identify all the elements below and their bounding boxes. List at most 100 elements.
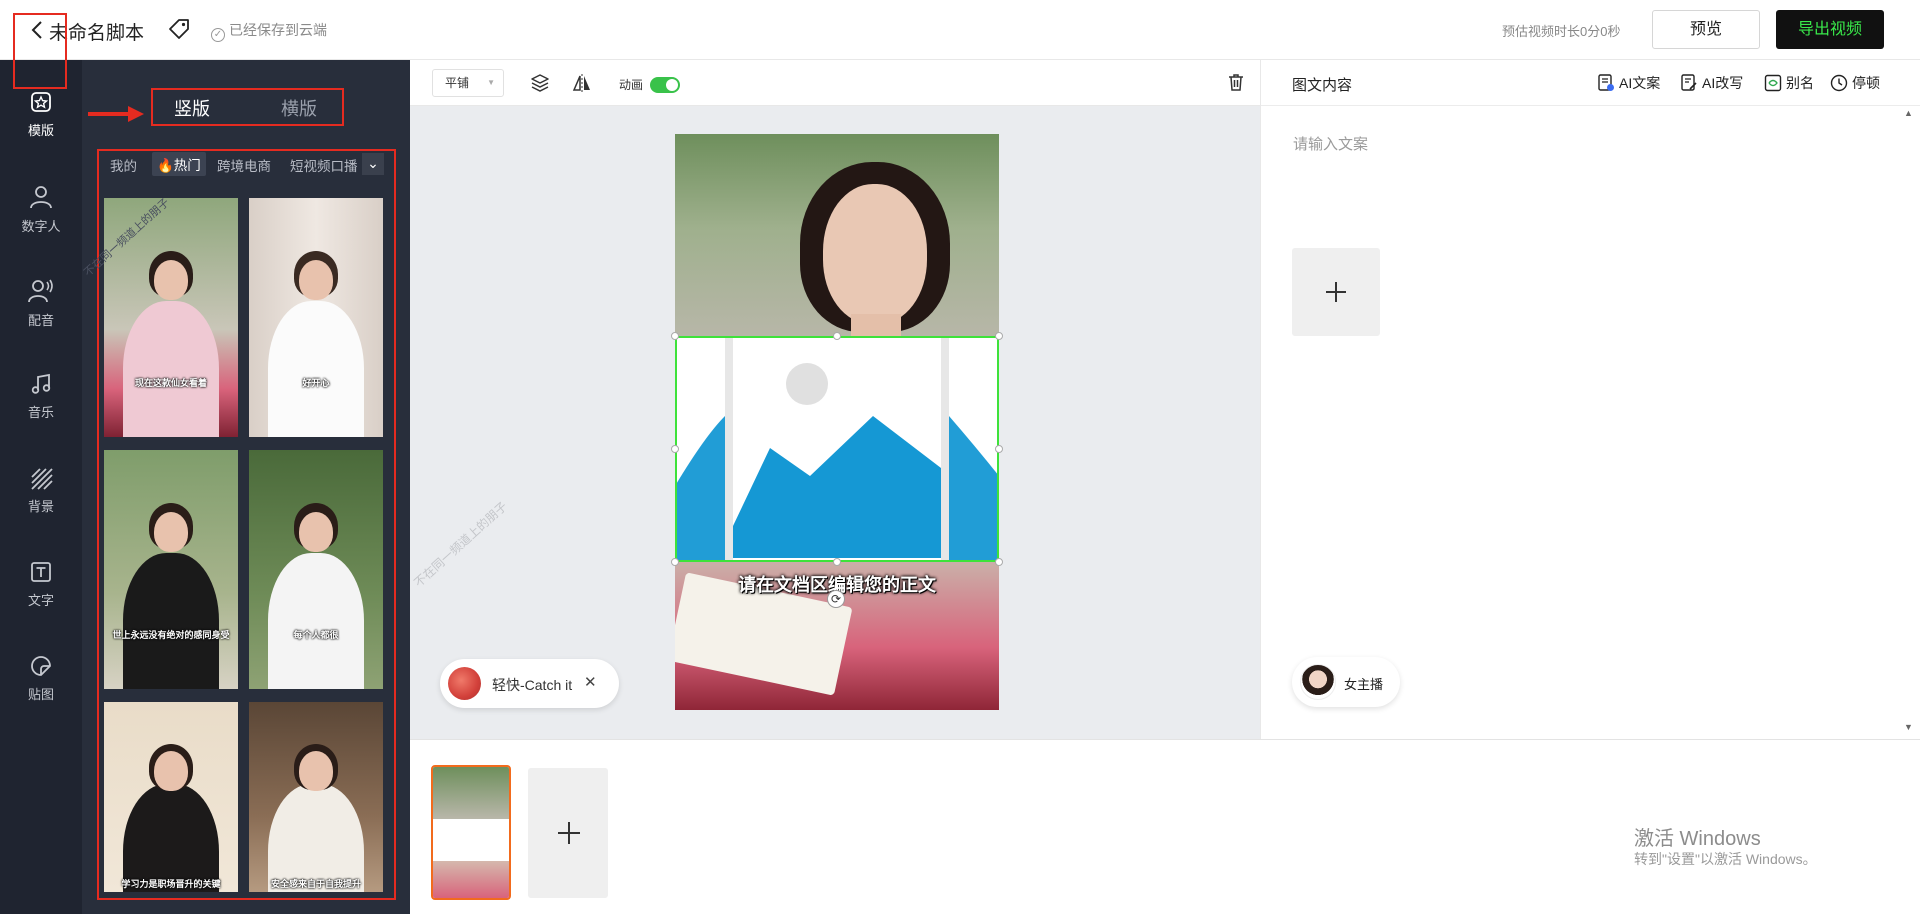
- add-scene-button[interactable]: [528, 768, 608, 898]
- nav-label: 背景: [27, 499, 54, 514]
- alias-button[interactable]: 别名: [1764, 73, 1814, 93]
- nav-item-sticker[interactable]: 贴图: [0, 640, 82, 720]
- scene-thumbnail-part: [433, 767, 509, 820]
- tool-label: 别名: [1786, 75, 1814, 91]
- animation-toggle[interactable]: [650, 77, 680, 93]
- scene-thumbnail-part: [433, 861, 509, 898]
- music-name: 轻快-Catch it: [492, 677, 573, 693]
- tile-mode-value: 平铺: [445, 76, 470, 90]
- estimated-duration: 预估视频时长0分0秒: [1502, 24, 1621, 39]
- nav-label: 模版: [27, 123, 54, 138]
- nav-label: 音乐: [27, 405, 54, 420]
- thumbnail-caption: 每个人都很: [293, 630, 339, 640]
- anchor-selector[interactable]: 女主播: [1292, 657, 1400, 707]
- trash-icon[interactable]: [1226, 72, 1246, 92]
- ai-rewrite-button[interactable]: AI改写: [1680, 73, 1743, 93]
- resize-handle[interactable]: [671, 558, 679, 566]
- thumbnail-caption: 现在这款仙女看着: [134, 378, 207, 388]
- resize-handle[interactable]: [995, 332, 1003, 340]
- nav-label: 贴图: [27, 687, 54, 702]
- thumbnail-figure: [154, 260, 188, 301]
- add-media-button[interactable]: [1292, 248, 1380, 336]
- close-icon[interactable]: ✕: [584, 673, 597, 691]
- thumbnail-caption: 安全感来自于自我提升: [270, 879, 361, 889]
- divider: [1261, 105, 1920, 106]
- save-status-text: 已经保存到云端: [229, 22, 327, 38]
- selection-box[interactable]: [675, 336, 999, 562]
- text-icon: [31, 562, 51, 582]
- scene-thumbnail-part: [433, 819, 509, 862]
- background-music-pill[interactable]: 轻快-Catch it ✕: [440, 659, 619, 708]
- voice-icon: [28, 279, 53, 303]
- template-thumbnail[interactable]: 好开心: [249, 198, 383, 437]
- presenter-face: [823, 184, 927, 324]
- annotation-box-template-nav: [13, 13, 67, 89]
- thumbnail-figure: [268, 552, 364, 689]
- nav-item-background[interactable]: 背景: [0, 452, 82, 532]
- thumbnail-figure: [299, 512, 333, 553]
- windows-activation-title: 激活 Windows: [1634, 828, 1761, 850]
- thumbnail-figure: [123, 552, 219, 689]
- thumbnail-figure: [268, 783, 364, 892]
- annotation-arrow-icon: [88, 106, 144, 122]
- thumbnail-figure: [154, 512, 188, 553]
- scroll-down-icon[interactable]: ▼: [1904, 722, 1913, 732]
- thumbnail-figure: [299, 751, 333, 792]
- tab-horizontal[interactable]: 横版: [281, 95, 317, 121]
- nav-item-music[interactable]: 音乐: [0, 358, 82, 438]
- template-thumbnail[interactable]: 每个人都很: [249, 450, 383, 689]
- thumbnail-caption: 学习力是职场晋升的关键: [121, 879, 221, 889]
- avatar: [1300, 664, 1336, 700]
- nav-item-text[interactable]: 文字: [0, 546, 82, 626]
- resize-handle[interactable]: [671, 332, 679, 340]
- thumbnail-figure: [123, 300, 219, 437]
- windows-activation-subtitle: 转到"设置"以激活 Windows。: [1634, 851, 1817, 867]
- pause-clock-icon: [1830, 74, 1848, 92]
- resize-handle[interactable]: [995, 445, 1003, 453]
- check-circle-icon: ✓: [211, 28, 225, 42]
- ai-copy-icon: [1598, 74, 1614, 91]
- animation-label: 动画: [619, 78, 644, 92]
- tool-label: AI文案: [1619, 75, 1661, 91]
- resize-handle[interactable]: [995, 558, 1003, 566]
- template-thumbnail[interactable]: 安全感来自于自我提升: [249, 702, 383, 892]
- ai-copy-button[interactable]: AI文案: [1597, 73, 1660, 93]
- content-panel: [1260, 60, 1920, 739]
- rotate-icon[interactable]: ⟳: [827, 590, 845, 608]
- anchor-name: 女主播: [1344, 677, 1384, 692]
- export-video-button[interactable]: 导出视频: [1776, 10, 1884, 49]
- nav-item-voice[interactable]: 配音: [0, 264, 82, 344]
- template-thumbnail[interactable]: 世上永远没有绝对的感同身受: [104, 450, 238, 689]
- tag-icon[interactable]: [167, 17, 191, 41]
- thumbnail-figure: [123, 783, 219, 892]
- scroll-up-icon[interactable]: ▲: [1904, 108, 1913, 118]
- resize-handle[interactable]: [671, 445, 679, 453]
- alias-icon: [1764, 74, 1782, 92]
- save-status: ✓ 已经保存到云端: [211, 20, 327, 42]
- background-icon: [31, 468, 53, 490]
- tool-label: 停顿: [1852, 75, 1880, 91]
- resize-handle[interactable]: [833, 332, 841, 340]
- person-icon: [30, 186, 52, 209]
- nav-label: 文字: [27, 593, 54, 608]
- tab-vertical[interactable]: 竖版: [174, 95, 210, 121]
- music-disc-icon: [448, 667, 481, 700]
- preview-button[interactable]: 预览: [1652, 10, 1760, 49]
- nav-label: 数字人: [21, 219, 61, 234]
- pause-button[interactable]: 停顿: [1830, 73, 1880, 93]
- music-note-icon: [31, 373, 51, 394]
- flip-icon[interactable]: [571, 72, 593, 94]
- script-text-input[interactable]: 请输入文案: [1293, 133, 1368, 154]
- layers-icon[interactable]: [529, 72, 551, 94]
- nav-label: 配音: [27, 313, 54, 328]
- scene-thumbnail[interactable]: [431, 765, 511, 900]
- tool-label: AI改写: [1702, 75, 1744, 91]
- ai-rewrite-icon: [1681, 74, 1697, 91]
- thumbnail-figure: [268, 300, 364, 437]
- thumbnail-figure: [299, 260, 333, 301]
- thumbnail-caption: 好开心: [302, 378, 330, 388]
- resize-handle[interactable]: [833, 558, 841, 566]
- template-thumbnail[interactable]: 学习力是职场晋升的关键: [104, 702, 238, 892]
- nav-item-digital-human[interactable]: 数字人: [0, 170, 82, 250]
- tile-mode-select[interactable]: 平铺 ▼: [432, 69, 504, 97]
